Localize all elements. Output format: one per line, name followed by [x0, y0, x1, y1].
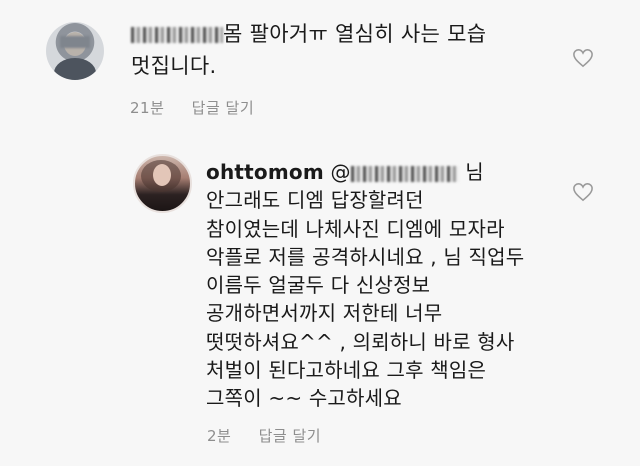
heart-outline-icon[interactable] — [572, 182, 594, 202]
comments-screen: 몸 팔아거ㅠ 열심히 사는 모습 멋집니다. 21분 답글 달기 ohttomo… — [0, 0, 640, 466]
comment-text-line: 안그래도 디엠 답장할려던 — [206, 188, 424, 213]
comment-text: 몸 팔아거ㅠ 열심히 사는 모습 멋집니다. — [131, 18, 551, 82]
redacted-mention — [350, 165, 459, 182]
heart-outline-icon[interactable] — [572, 48, 594, 68]
comment-meta: 21분 답글 달기 — [130, 97, 254, 118]
comment-text-line: 참이였는데 나체사진 디엠에 모자라 — [206, 216, 505, 241]
comment-text-line: 떳떳하셔요^^ , 의뢰하니 바로 형사 — [206, 329, 515, 354]
reply-comment-item: ohttomom @ 님 안그래도 디엠 답장할려던 참이였는데 나체사진 디엠… — [0, 140, 640, 460]
comment-text-line: 공개하면서까지 저한테 너무 — [206, 301, 443, 326]
comment-timestamp: 2분 — [207, 427, 232, 445]
comment-meta: 2분 답글 달기 — [207, 425, 321, 446]
redacted-username[interactable] — [131, 27, 223, 43]
comment-timestamp: 21분 — [130, 99, 165, 117]
comment-username[interactable]: ohttomom — [206, 160, 324, 184]
comment-text-line: 몸 팔아거ㅠ 열심히 사는 모습 — [223, 22, 487, 46]
comment-text-line: 이름두 얼굴두 다 신상정보 — [206, 273, 431, 298]
comment-text: ohttomom @ 님 안그래도 디엠 답장할려던 참이였는데 나체사진 디엠… — [206, 158, 536, 413]
comment-text-line: 그쪽이 ~~ 수고하세요 — [206, 386, 402, 411]
reply-button[interactable]: 답글 달기 — [259, 427, 321, 445]
comment-text-line: 악플로 저를 공격하시네요 , 님 직업두 — [206, 244, 525, 269]
avatar[interactable] — [46, 22, 104, 80]
avatar[interactable] — [133, 154, 192, 213]
mention-suffix: 님 — [465, 160, 484, 184]
comment-text-line: 처벌이 된다고하네요 그후 책임은 — [206, 358, 487, 383]
reply-button[interactable]: 답글 달기 — [192, 99, 254, 117]
comment-item: 몸 팔아거ㅠ 열심히 사는 모습 멋집니다. 21분 답글 달기 — [0, 0, 640, 135]
comment-text-line: 멋집니다. — [131, 54, 217, 78]
mention[interactable]: @ — [330, 160, 459, 184]
